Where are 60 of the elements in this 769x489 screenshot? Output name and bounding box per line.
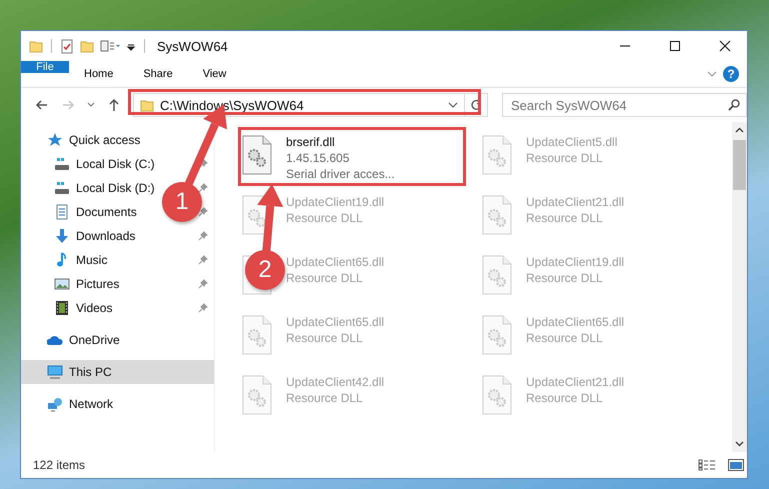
caret-icon[interactable]: [448, 101, 458, 109]
dll-file-icon: [481, 135, 513, 175]
file-detail: Resource DLL: [526, 391, 604, 405]
file-detail: Resource DLL: [286, 331, 364, 345]
sidebar-item[interactable]: Quick access: [47, 132, 140, 148]
file-detail: Resource DLL: [286, 271, 364, 285]
drive-icon: [54, 156, 70, 172]
monitor-icon: [47, 364, 63, 380]
network-icon: [47, 396, 63, 412]
dll-file-icon: [481, 375, 513, 415]
file-detail: Resource DLL: [526, 271, 604, 285]
file-menu-button[interactable]: File: [21, 61, 69, 73]
sidebar-item[interactable]: Documents: [54, 204, 137, 220]
help-button[interactable]: ?: [723, 66, 739, 82]
dll-file-icon: [481, 195, 513, 235]
sidebar-item[interactable]: Downloads: [54, 228, 136, 244]
sidebar-item[interactable]: Videos: [54, 300, 112, 316]
sidebar-item[interactable]: Local Disk (C:): [54, 156, 155, 172]
file-detail: Resource DLL: [526, 211, 604, 225]
checklist-icon[interactable]: [60, 38, 74, 54]
dll-file-icon: [481, 255, 513, 295]
dll-file-icon: [241, 375, 273, 415]
drive-icon: [54, 180, 70, 196]
file-detail: Serial driver acces...: [286, 167, 395, 181]
picture-icon: [54, 276, 70, 292]
file-detail: Resource DLL: [286, 211, 364, 225]
ribbon-tab[interactable]: View: [188, 61, 242, 87]
file-name[interactable]: brserif.dll: [286, 135, 395, 149]
large-icons-view-icon[interactable]: [725, 459, 747, 471]
scrollbar-thumb[interactable]: [733, 140, 746, 190]
search-box[interactable]: Search SysWOW64: [502, 93, 747, 117]
ribbon-tab[interactable]: Share: [128, 61, 188, 87]
properties-icon[interactable]: [100, 38, 120, 54]
scroll-up-icon[interactable]: [735, 127, 744, 133]
dll-file-icon: [481, 315, 513, 355]
sidebar-item[interactable]: Network: [47, 396, 114, 412]
document-icon: [54, 204, 70, 220]
scrollbar[interactable]: [732, 122, 747, 452]
file-detail: Resource DLL: [526, 151, 604, 165]
sidebar-item[interactable]: Pictures: [54, 276, 120, 292]
sidebar-item[interactable]: OneDrive: [47, 332, 120, 348]
dll-file-icon: [241, 315, 273, 355]
maximize-icon[interactable]: [667, 38, 683, 54]
scroll-down-icon[interactable]: [735, 441, 744, 447]
sidebar-item[interactable]: This PC: [47, 364, 112, 380]
file-detail: Resource DLL: [286, 391, 364, 405]
address-path: C:\Windows\SysWOW64: [160, 98, 305, 112]
file-detail: 1.45.15.605: [286, 151, 350, 165]
sidebar-item[interactable]: Local Disk (D:): [54, 180, 155, 196]
item-count: 122 items: [33, 458, 86, 472]
folder-icon: [140, 98, 154, 112]
ribbon-tab[interactable]: Home: [69, 61, 128, 87]
window-title: SysWOW64: [157, 38, 228, 54]
close-icon[interactable]: [717, 38, 733, 54]
file-detail: Resource DLL: [526, 331, 604, 345]
sidebar-item[interactable]: Music: [54, 252, 108, 268]
down-arrow-icon: [54, 228, 70, 244]
star-icon: [47, 132, 63, 148]
film-icon: [54, 300, 70, 316]
search-icon: [728, 99, 740, 111]
